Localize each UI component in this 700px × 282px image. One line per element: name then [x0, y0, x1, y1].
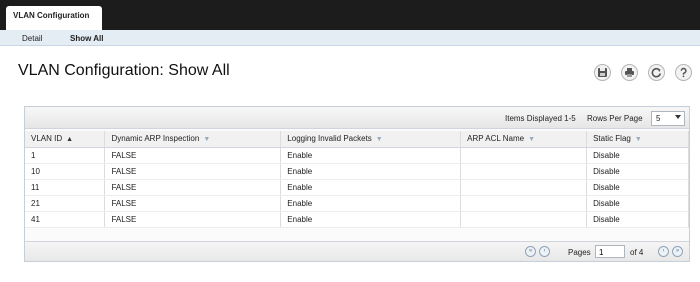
subtab-show-all[interactable]: Show All — [70, 34, 103, 43]
print-icon[interactable] — [621, 64, 638, 81]
cell-logging-invalid-packets: Enable — [280, 195, 462, 212]
chevron-down-icon — [675, 115, 681, 119]
pages-label: Pages — [568, 248, 591, 257]
tab-vlan-configuration[interactable]: VLAN Configuration — [6, 6, 102, 30]
table-toolbar: Items Displayed 1-5 Rows Per Page 5 — [25, 107, 689, 129]
cell-arp-acl-name — [460, 163, 588, 180]
cell-dynamic-arp-inspection: FALSE — [104, 179, 282, 196]
table-row[interactable]: 11 FALSE Enable Disable — [25, 179, 689, 196]
rows-per-page-select[interactable]: 5 — [651, 111, 685, 126]
cell-arp-acl-name — [460, 147, 588, 164]
cell-static-flag: Disable — [586, 211, 689, 228]
sort-icon: ▼ — [203, 136, 211, 144]
sub-tab-bar: Detail Show All — [0, 30, 700, 46]
cell-logging-invalid-packets: Enable — [280, 163, 462, 180]
last-page-icon[interactable]: » — [672, 246, 683, 257]
column-header-arp-acl-name[interactable]: ARP ACL Name ▼ — [460, 131, 588, 148]
cell-logging-invalid-packets: Enable — [280, 211, 462, 228]
help-icon[interactable] — [675, 64, 692, 81]
first-page-icon[interactable]: « — [525, 246, 536, 257]
cell-vlan-id: 21 — [25, 195, 106, 212]
cell-arp-acl-name — [460, 179, 588, 196]
cell-vlan-id: 41 — [25, 211, 106, 228]
cell-arp-acl-name — [460, 195, 588, 212]
cell-static-flag: Disable — [586, 147, 689, 164]
top-bar: VLAN Configuration — [0, 0, 700, 30]
cell-arp-acl-name — [460, 211, 588, 228]
subtab-detail[interactable]: Detail — [22, 34, 42, 43]
page-number-input[interactable] — [595, 245, 625, 258]
table-row[interactable]: 10 FALSE Enable Disable — [25, 163, 689, 180]
cell-static-flag: Disable — [586, 163, 689, 180]
save-icon[interactable] — [594, 64, 611, 81]
column-header-logging-invalid-packets[interactable]: Logging Invalid Packets ▼ — [280, 131, 462, 148]
cell-static-flag: Disable — [586, 195, 689, 212]
next-page-icon[interactable]: › — [658, 246, 669, 257]
cell-logging-invalid-packets: Enable — [280, 147, 462, 164]
sort-icon: ▼ — [634, 136, 642, 144]
table-header-row: VLAN ID ▲ Dynamic ARP Inspection ▼ Logging… — [25, 131, 689, 148]
column-header-dynamic-arp-inspection[interactable]: Dynamic ARP Inspection ▼ — [104, 131, 282, 148]
cell-logging-invalid-packets: Enable — [280, 179, 462, 196]
rows-per-page-value: 5 — [656, 114, 661, 123]
previous-page-icon[interactable]: ‹ — [539, 246, 550, 257]
column-header-static-flag[interactable]: Static Flag ▼ — [586, 131, 689, 148]
items-displayed-label: Items Displayed 1-5 — [505, 114, 576, 123]
rows-per-page-label: Rows Per Page — [587, 114, 643, 123]
pagination-bar: « ‹ Pages of 4 › » — [25, 241, 689, 261]
table-row[interactable]: 41 FALSE Enable Disable — [25, 211, 689, 228]
vlan-table-panel: Items Displayed 1-5 Rows Per Page 5 VLAN… — [24, 106, 690, 262]
cell-vlan-id: 1 — [25, 147, 106, 164]
cell-static-flag: Disable — [586, 179, 689, 196]
sort-ascending-icon: ▲ — [66, 136, 74, 144]
cell-dynamic-arp-inspection: FALSE — [104, 211, 282, 228]
vlan-table: VLAN ID ▲ Dynamic ARP Inspection ▼ Logging… — [25, 131, 689, 228]
page-title: VLAN Configuration: Show All — [18, 62, 230, 79]
cell-dynamic-arp-inspection: FALSE — [104, 163, 282, 180]
cell-dynamic-arp-inspection: FALSE — [104, 147, 282, 164]
cell-vlan-id: 11 — [25, 179, 106, 196]
sort-icon: ▼ — [528, 136, 536, 144]
table-row[interactable]: 21 FALSE Enable Disable — [25, 195, 689, 212]
sort-icon: ▼ — [375, 136, 383, 144]
table-row[interactable]: 1 FALSE Enable Disable — [25, 147, 689, 164]
cell-dynamic-arp-inspection: FALSE — [104, 195, 282, 212]
page-count-label: of 4 — [630, 248, 644, 257]
column-header-vlan-id[interactable]: VLAN ID ▲ — [25, 131, 106, 148]
refresh-icon[interactable] — [648, 64, 665, 81]
cell-vlan-id: 10 — [25, 163, 106, 180]
